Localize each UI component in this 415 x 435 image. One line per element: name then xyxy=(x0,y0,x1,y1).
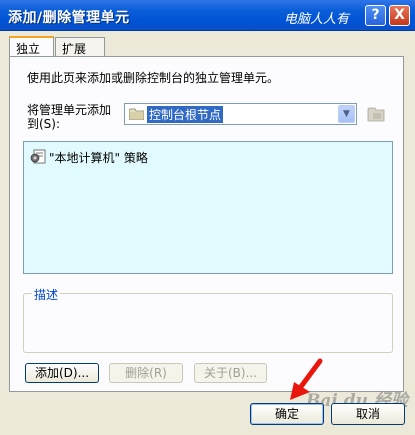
add-to-label-line2: 到(S): xyxy=(27,117,61,131)
description-group xyxy=(23,293,393,353)
add-to-dropdown[interactable]: 控制台根节点 ▼ xyxy=(124,103,357,125)
policy-icon xyxy=(30,149,46,164)
about-button[interactable]: 关于(B)... xyxy=(194,363,267,383)
panel-description: 使用此页来添加或删除控制台的独立管理单元。 xyxy=(27,71,280,85)
title-bar[interactable]: 添加/删除管理单元 电脑人人有 ? X xyxy=(0,0,415,31)
close-button[interactable]: X xyxy=(389,5,410,26)
browse-folder-icon[interactable] xyxy=(367,106,385,122)
tab-standalone[interactable]: 独立 xyxy=(9,36,54,58)
description-group-title: 描述 xyxy=(32,286,61,303)
folder-icon xyxy=(129,108,144,120)
snapin-list[interactable]: "本地计算机" 策略 xyxy=(23,141,393,274)
add-to-value: 控制台根节点 xyxy=(147,106,224,123)
remove-button[interactable]: 删除(R) xyxy=(109,363,183,383)
add-button[interactable]: 添加(D)... xyxy=(25,363,99,383)
window-title: 添加/删除管理单元 xyxy=(8,10,130,26)
list-item-label: "本地计算机" 策略 xyxy=(49,151,148,165)
ok-button[interactable]: 确定 xyxy=(250,403,324,425)
red-arrow-icon xyxy=(290,358,323,400)
watermark-text: 电脑人人有 xyxy=(284,12,350,27)
cancel-button[interactable]: 取消 xyxy=(331,403,405,425)
help-button[interactable]: ? xyxy=(365,5,386,26)
tab-extensions[interactable]: 扩展 xyxy=(55,37,105,57)
chevron-down-icon[interactable]: ▼ xyxy=(338,105,355,123)
add-to-label: 将管理单元添加 到(S): xyxy=(27,103,111,131)
add-to-label-line1: 将管理单元添加 xyxy=(27,103,112,117)
standalone-panel: 使用此页来添加或删除控制台的独立管理单元。 将管理单元添加 到(S): 控制台根… xyxy=(9,56,404,392)
